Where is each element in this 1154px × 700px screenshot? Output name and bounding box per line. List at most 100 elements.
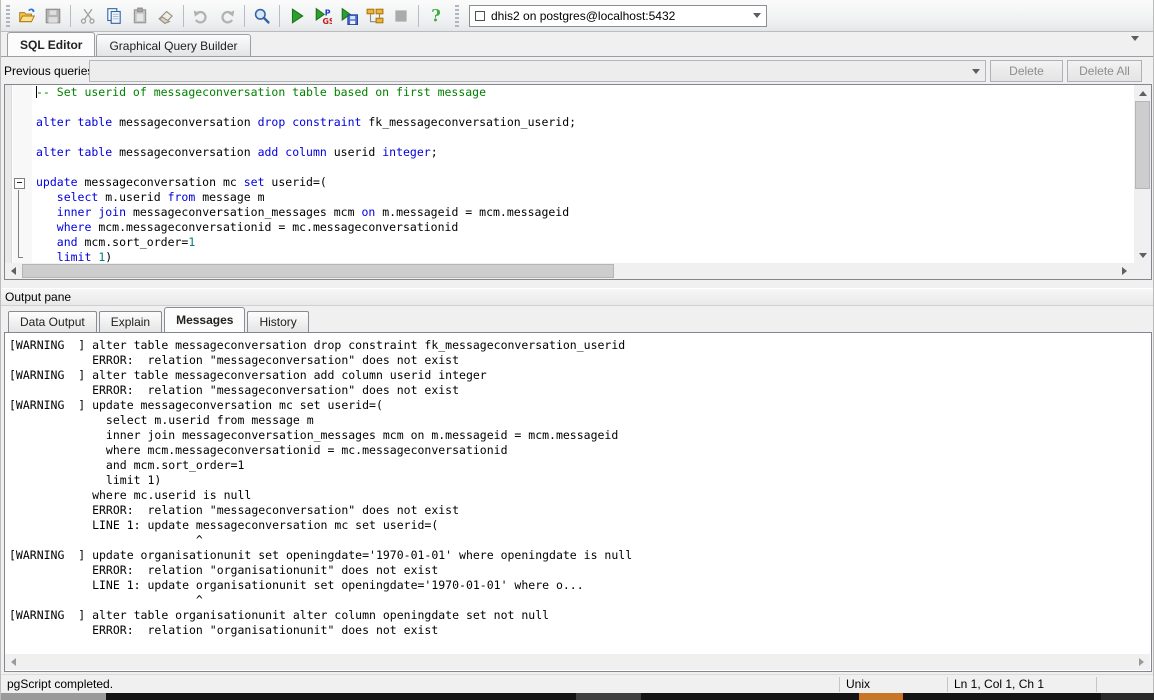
help-icon: ? bbox=[427, 7, 445, 25]
code-line bbox=[5, 130, 1133, 145]
connection-combo[interactable]: dhis2 on postgres@localhost:5432 bbox=[469, 5, 767, 27]
tab-data-output[interactable]: Data Output bbox=[8, 311, 97, 332]
status-message: pgScript completed. bbox=[1, 675, 839, 693]
svg-text:GS: GS bbox=[322, 16, 332, 24]
cut-button[interactable] bbox=[75, 3, 101, 29]
previous-queries-row: Previous queries Delete Delete All bbox=[1, 57, 1153, 84]
chevron-down-icon bbox=[972, 69, 980, 74]
sql-code-area[interactable]: -- Set userid of messageconversation tab… bbox=[5, 85, 1133, 263]
undo-icon bbox=[192, 7, 210, 25]
eraser-icon bbox=[157, 7, 175, 25]
scroll-left-button[interactable] bbox=[5, 654, 22, 670]
explain-query-button[interactable] bbox=[362, 3, 388, 29]
output-pane-header: Output pane bbox=[1, 288, 1153, 306]
toolbar-gripper[interactable] bbox=[455, 5, 459, 27]
status-separator bbox=[1096, 677, 1097, 692]
delete-button[interactable]: Delete bbox=[990, 60, 1063, 82]
status-eol-format: Unix bbox=[840, 675, 947, 693]
play-icon bbox=[288, 7, 306, 25]
stop-icon bbox=[392, 7, 410, 25]
toolbar: P GS bbox=[1, 0, 1153, 32]
messages-panel: [WARNING ] alter table messageconversati… bbox=[4, 332, 1152, 672]
output-pane-title: Output pane bbox=[5, 290, 71, 304]
triangle-left-icon bbox=[11, 658, 16, 666]
previous-queries-combo[interactable] bbox=[89, 60, 986, 82]
tab-explain[interactable]: Explain bbox=[99, 311, 162, 332]
status-bar: pgScript completed. Unix Ln 1, Col 1, Ch… bbox=[1, 674, 1153, 693]
splitter-sash[interactable] bbox=[1, 280, 1153, 288]
previous-queries-dropdown-button[interactable] bbox=[967, 61, 985, 81]
undo-button[interactable] bbox=[188, 3, 214, 29]
execute-query-button[interactable] bbox=[284, 3, 310, 29]
code-line: alter table messageconversation add colu… bbox=[5, 145, 1133, 160]
taskbar-edge bbox=[1, 693, 1153, 700]
cancel-query-button[interactable] bbox=[388, 3, 414, 29]
code-line: select m.userid from message m bbox=[5, 190, 1133, 205]
scroll-left-button[interactable] bbox=[5, 263, 22, 279]
chevron-down-icon bbox=[1131, 36, 1139, 58]
toolbar-separator bbox=[244, 5, 245, 27]
triangle-up-icon bbox=[1139, 91, 1147, 96]
code-line bbox=[5, 100, 1133, 115]
previous-queries-label: Previous queries bbox=[4, 64, 93, 78]
scrollbar-thumb[interactable] bbox=[1135, 101, 1150, 189]
connection-combo-dropdown-button[interactable] bbox=[748, 6, 766, 26]
triangle-right-icon bbox=[1122, 267, 1127, 275]
taskbar-segment bbox=[1101, 693, 1154, 700]
taskbar-segment bbox=[1, 693, 106, 700]
execute-pgscript-button[interactable]: P GS bbox=[310, 3, 336, 29]
copy-icon bbox=[105, 7, 123, 25]
code-line bbox=[5, 160, 1133, 175]
code-line: -- Set userid of messageconversation tab… bbox=[5, 85, 1133, 100]
sql-editor-panel: -- Set userid of messageconversation tab… bbox=[4, 84, 1152, 280]
code-line: and mcm.sort_order=1 bbox=[5, 235, 1133, 250]
execute-to-file-button[interactable] bbox=[336, 3, 362, 29]
code-line: alter table messageconversation drop con… bbox=[5, 115, 1133, 130]
tab-messages[interactable]: Messages bbox=[164, 307, 245, 332]
redo-icon bbox=[218, 7, 236, 25]
scroll-up-button[interactable] bbox=[1134, 85, 1151, 101]
play-pgscript-icon: P GS bbox=[314, 7, 332, 25]
code-line: where mcm.messageconversationid = mc.mes… bbox=[5, 220, 1133, 235]
taskbar-segment bbox=[859, 693, 903, 700]
tab-history[interactable]: History bbox=[247, 311, 308, 332]
toolbar-gripper[interactable] bbox=[6, 5, 10, 27]
save-button[interactable] bbox=[40, 3, 66, 29]
toolbar-separator bbox=[418, 5, 419, 27]
messages-text[interactable]: [WARNING ] alter table messageconversati… bbox=[9, 338, 1149, 653]
scroll-right-button[interactable] bbox=[1116, 263, 1133, 279]
scrollbar-thumb[interactable] bbox=[22, 264, 614, 278]
scroll-down-button[interactable] bbox=[1134, 247, 1151, 263]
tab-graphical-query-builder[interactable]: Graphical Query Builder bbox=[96, 34, 250, 56]
triangle-left-icon bbox=[11, 267, 16, 275]
delete-all-button[interactable]: Delete All bbox=[1067, 60, 1142, 82]
toolbar-separator bbox=[70, 5, 71, 27]
query-tool-window: P GS bbox=[0, 0, 1154, 700]
clear-window-button[interactable] bbox=[153, 3, 179, 29]
open-file-icon bbox=[18, 7, 36, 25]
cut-icon bbox=[79, 7, 97, 25]
triangle-down-icon bbox=[1139, 253, 1147, 258]
help-button[interactable]: ? bbox=[423, 3, 449, 29]
save-icon bbox=[44, 7, 62, 25]
output-tab-bar: Data Output Explain Messages History bbox=[1, 306, 1153, 332]
scrollbar-corner bbox=[1133, 263, 1151, 279]
tab-sql-editor[interactable]: SQL Editor bbox=[7, 32, 95, 56]
connection-checkbox-glyph bbox=[475, 11, 485, 21]
explain-icon bbox=[366, 7, 384, 25]
copy-button[interactable] bbox=[101, 3, 127, 29]
editor-vertical-scrollbar[interactable] bbox=[1134, 85, 1151, 263]
paste-button[interactable] bbox=[127, 3, 153, 29]
redo-button[interactable] bbox=[214, 3, 240, 29]
open-file-button[interactable] bbox=[14, 3, 40, 29]
code-line: update messageconversation mc set userid… bbox=[5, 175, 1133, 190]
editor-horizontal-scrollbar[interactable] bbox=[5, 263, 1133, 279]
messages-horizontal-scrollbar[interactable] bbox=[5, 654, 1150, 670]
chevron-down-icon bbox=[753, 13, 761, 18]
svg-text:?: ? bbox=[431, 7, 441, 25]
triangle-right-icon bbox=[1139, 658, 1144, 666]
code-line: limit 1) bbox=[5, 250, 1133, 263]
play-to-file-icon bbox=[340, 7, 358, 25]
find-button[interactable] bbox=[249, 3, 275, 29]
scroll-right-button[interactable] bbox=[1133, 654, 1150, 670]
